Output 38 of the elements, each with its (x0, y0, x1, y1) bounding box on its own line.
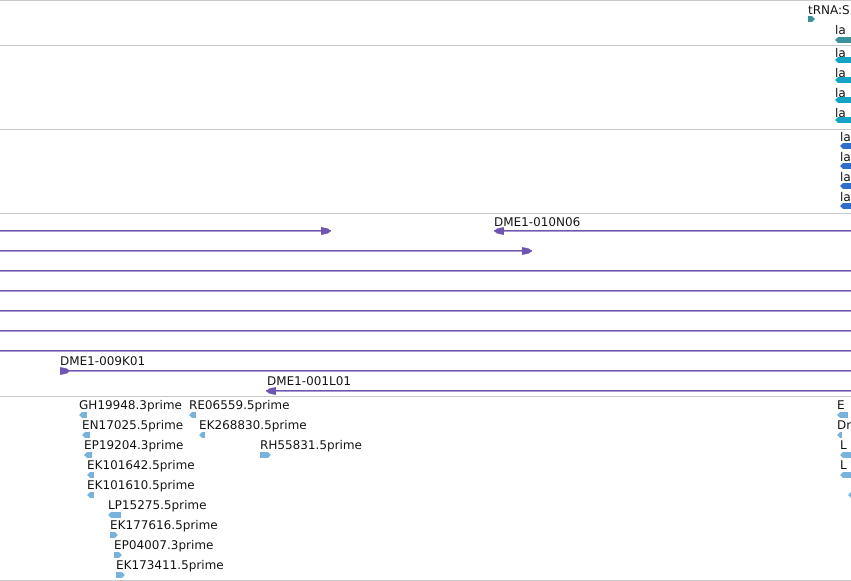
feature-label: E (837, 398, 845, 412)
feature-label: EK177616.5prime (110, 518, 218, 532)
feature-label: LP15275.5prime (108, 498, 207, 512)
feature-label: RE06559.5prime (189, 398, 290, 412)
feature-label: EP04007.3prime (114, 538, 214, 552)
clone-feature[interactable] (266, 387, 851, 395)
feature-arrow[interactable] (835, 96, 851, 104)
clone-feature[interactable] (0, 247, 532, 255)
feature-arrow[interactable] (835, 76, 851, 84)
clone-feature[interactable] (0, 227, 331, 235)
feature-label: la (840, 190, 851, 204)
feature-label: EK101610.5prime (87, 478, 195, 492)
feature-label: DME1-001L01 (267, 374, 351, 388)
feature-label: la (835, 46, 846, 60)
feature-label: la (840, 170, 851, 184)
feature-label: Dr (837, 418, 851, 432)
feature-label: DME1-010N06 (494, 215, 580, 229)
feature-label: la (835, 66, 846, 80)
clone-feature[interactable] (60, 367, 851, 375)
feature-label: EK101642.5prime (87, 458, 195, 472)
feature-label: EP19204.3prime (84, 438, 184, 452)
feature-label: RH55831.5prime (260, 438, 362, 452)
feature-label: la (835, 86, 846, 100)
feature-label: tRNA:S (808, 3, 850, 17)
feature-label: DME1-009K01 (60, 354, 146, 368)
feature-arrow[interactable] (835, 116, 851, 124)
feature-arrow[interactable] (835, 56, 851, 64)
feature-label: EK268830.5prime (199, 418, 307, 432)
feature-label: L (840, 458, 847, 472)
feature-label: GH19948.3prime (79, 398, 182, 412)
feature-label: EN17025.5prime (82, 418, 184, 432)
feature-label: L (840, 438, 847, 452)
clone-feature[interactable] (494, 227, 851, 235)
feature-label: la (840, 150, 851, 164)
feature-label: la (835, 23, 846, 37)
feature-label: EK173411.5prime (116, 558, 224, 572)
feature-label: la (840, 130, 851, 144)
feature-label: la (835, 106, 846, 120)
